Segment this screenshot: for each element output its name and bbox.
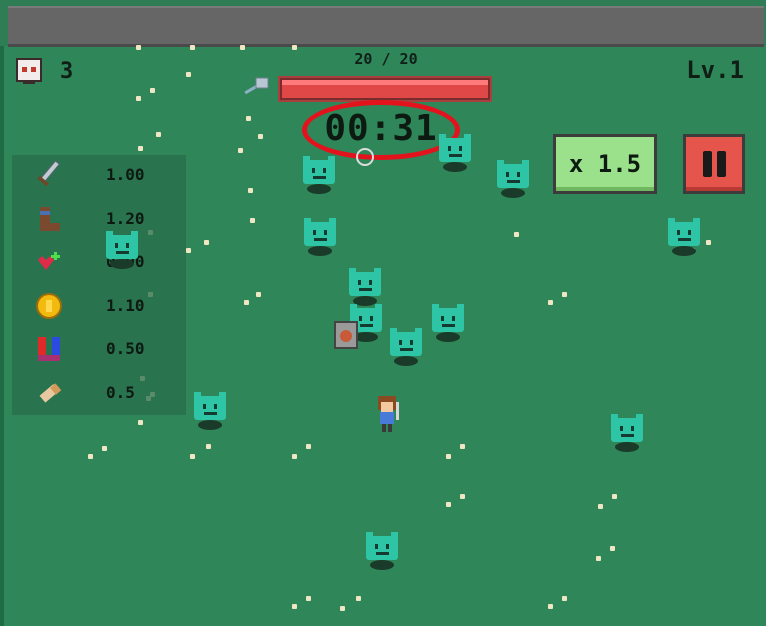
heart-regen-icon (32, 246, 66, 278)
flower-decor (292, 604, 297, 609)
flower-decor (246, 116, 251, 121)
stat-value: 0.5 (106, 383, 135, 402)
flower-decor (136, 96, 141, 101)
flower-decor (610, 546, 615, 551)
flower-decor (612, 494, 617, 499)
flower-decor (446, 454, 451, 459)
stat-value: 0.50 (106, 339, 145, 358)
pause-button[interactable] (683, 134, 745, 194)
slime-enemy (437, 134, 473, 176)
flower-decor (156, 132, 161, 137)
flower-decor (186, 248, 191, 253)
flower-decor (240, 45, 245, 50)
flower-decor (562, 596, 567, 601)
top-bar (0, 0, 766, 47)
stat-row-attack: 1.00 (12, 155, 186, 195)
coin-icon (32, 290, 66, 322)
axe-icon (242, 74, 274, 98)
stat-value: 1.20 (106, 209, 145, 228)
stat-row-regen: 0.00 (12, 242, 186, 282)
flower-decor (250, 218, 255, 223)
hp-bar (278, 76, 492, 102)
slime-enemy (364, 532, 400, 574)
boot-icon (32, 203, 66, 235)
slime-enemy (430, 304, 466, 346)
player-character (372, 394, 406, 436)
flower-decor (102, 446, 107, 451)
flower-decor (598, 504, 603, 509)
slime-enemy (104, 231, 140, 273)
slime-enemy (495, 160, 531, 202)
flower-decor (136, 45, 141, 50)
flower-decor (706, 240, 711, 245)
stat-row-speed: 1.20 (12, 199, 186, 239)
flower-decor (514, 232, 519, 237)
hp-text: 20 / 20 (354, 50, 418, 68)
flower-decor (562, 292, 567, 297)
kill-counter: 3 (14, 56, 73, 86)
slime-enemy (301, 156, 337, 198)
flower-decor (244, 300, 249, 305)
level-label: Lv.1 (686, 56, 744, 84)
bullet-icon (32, 377, 66, 409)
stat-value: 1.00 (106, 165, 145, 184)
flower-decor (88, 454, 93, 459)
chest-icon (333, 318, 365, 354)
kill-count: 3 (60, 58, 74, 84)
flower-decor (548, 604, 553, 609)
flower-decor (138, 420, 143, 425)
stat-value: 1.10 (106, 296, 145, 315)
flower-decor (190, 45, 195, 50)
flower-decor (596, 556, 601, 561)
flower-decor (190, 454, 195, 459)
flower-decor (356, 596, 361, 601)
hp-bar-shine (282, 80, 488, 85)
pause-icon (716, 151, 726, 177)
flower-decor (446, 502, 451, 507)
crosshair-icon (356, 148, 374, 166)
skull-icon (14, 56, 44, 86)
slime-enemy (666, 218, 702, 260)
slime-enemy (388, 328, 424, 370)
slime-enemy (192, 392, 228, 434)
magnet-icon (32, 333, 66, 365)
flower-decor (206, 444, 211, 449)
flower-decor (306, 596, 311, 601)
map-edge (0, 46, 4, 626)
stat-row-magnet: 0.50 (12, 329, 186, 369)
top-frame (8, 6, 764, 47)
flower-decor (186, 72, 191, 77)
flower-decor (150, 88, 155, 93)
flower-decor (292, 454, 297, 459)
flower-decor (238, 148, 243, 153)
sword-icon (32, 159, 66, 191)
stat-row-gold: 1.10 (12, 286, 186, 326)
flower-decor (204, 240, 209, 245)
flower-decor (138, 146, 143, 151)
flower-decor (258, 134, 263, 139)
stat-row-projectile: 0.5 (12, 373, 186, 413)
flower-decor (256, 292, 261, 297)
flower-decor (460, 444, 465, 449)
stats-panel: 1.00 1.20 0.00 1.10 (12, 155, 186, 415)
pause-icon (702, 151, 712, 177)
flower-decor (340, 606, 345, 611)
flower-decor (248, 188, 253, 193)
flower-decor (306, 444, 311, 449)
flower-decor (460, 494, 465, 499)
slime-enemy (302, 218, 338, 260)
speed-button[interactable]: x 1.5 (553, 134, 657, 194)
slime-enemy (609, 414, 645, 456)
flower-decor (548, 300, 553, 305)
